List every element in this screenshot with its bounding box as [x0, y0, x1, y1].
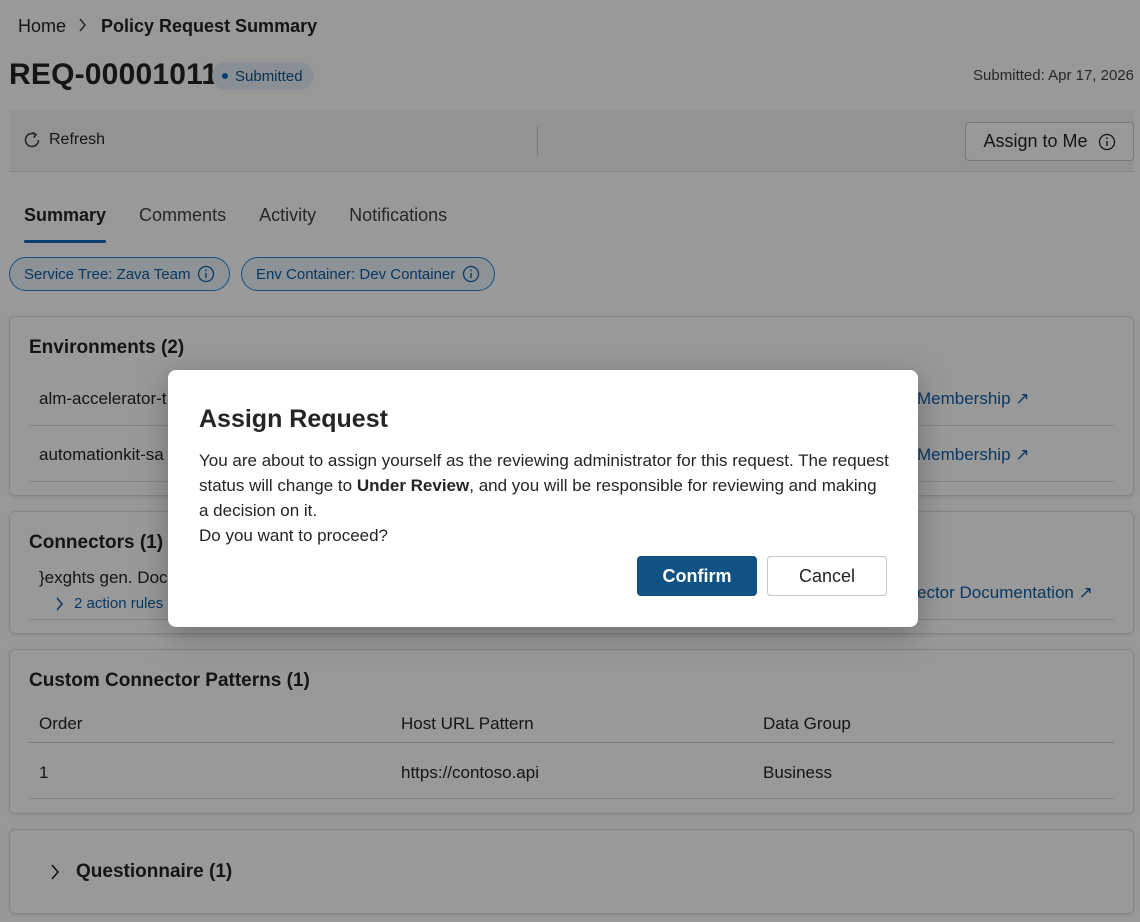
dialog-title: Assign Request: [199, 405, 388, 433]
dialog-body-status: Under Review: [356, 476, 470, 495]
dialog-body: You are about to assign yourself as the …: [199, 448, 889, 548]
cancel-button[interactable]: Cancel: [767, 556, 887, 596]
policy-request-page: Home Policy Request Summary REQ-00001011…: [0, 0, 1140, 922]
dialog-question: Do you want to proceed?: [199, 526, 389, 545]
assign-request-dialog: Assign Request You are about to assign y…: [168, 370, 918, 627]
confirm-button[interactable]: Confirm: [637, 556, 757, 596]
